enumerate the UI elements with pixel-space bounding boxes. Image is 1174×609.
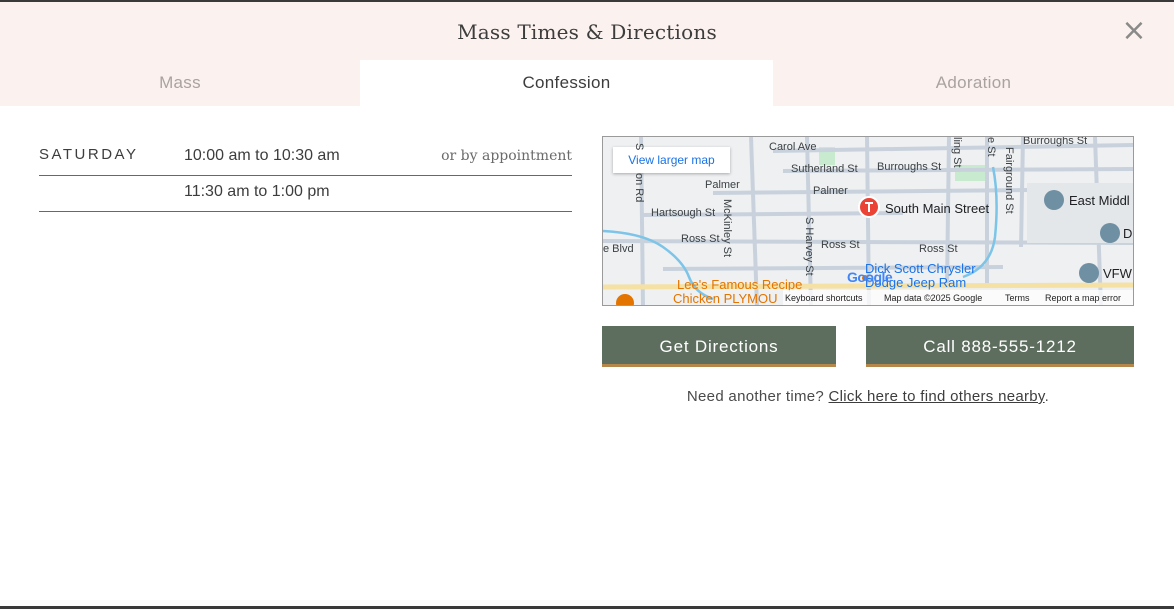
modal-header: Mass Times & Directions × Mass Confessio… — [0, 2, 1174, 106]
tab-bar: Mass Confession Adoration — [0, 60, 1174, 106]
map-place-label[interactable]: East Middl — [1069, 193, 1130, 208]
confession-schedule: SATURDAY 10:00 am to 10:30 am or by appo… — [39, 140, 572, 212]
map-street-label: Ross St — [821, 239, 860, 251]
schedule-day: SATURDAY — [39, 146, 139, 163]
view-larger-map-link[interactable]: View larger map — [613, 147, 730, 173]
map-street-label: e Blvd — [603, 243, 634, 255]
map-place-label[interactable]: VFW — [1103, 266, 1132, 281]
map-street-label: Carol Ave — [769, 141, 817, 153]
find-others-nearby-link[interactable]: Click here to find others nearby — [829, 388, 1045, 405]
map-place-label[interactable]: D — [1123, 226, 1132, 241]
map-street-label: Palmer — [705, 179, 740, 191]
map-street-label: Ross St — [919, 243, 958, 255]
map-place-label[interactable]: Chicken PLYMOU — [673, 291, 778, 305]
tab-adoration[interactable]: Adoration — [773, 60, 1174, 106]
get-directions-button[interactable]: Get Directions — [602, 326, 836, 367]
mass-times-modal: Mass Times & Directions × Mass Confessio… — [0, 2, 1174, 606]
terms-link[interactable]: Terms — [1005, 290, 1030, 305]
schedule-time: 10:00 am to 10:30 am — [184, 147, 340, 164]
schedule-row: SATURDAY 10:00 am to 10:30 am or by appo… — [39, 140, 572, 176]
map-street-label: ling St — [951, 137, 963, 168]
map-street-label: Palmer — [813, 185, 848, 197]
map-data-text: Map data ©2025 Google — [884, 293, 983, 303]
embedded-map[interactable]: View larger map Carol Ave Sutherland St … — [602, 136, 1134, 306]
map-street-label: Burroughs St — [877, 161, 942, 173]
map-street-label: on Rd — [633, 173, 645, 203]
nearby-prompt: Need another time? Click here to find ot… — [602, 388, 1134, 405]
nearby-prompt-text: Need another time? — [686, 388, 829, 405]
keyboard-shortcuts-link[interactable]: Keyboard shortcuts — [785, 290, 863, 305]
report-map-error-link[interactable]: Report a map error — [1045, 290, 1121, 305]
map-footer: Keyboard shortcuts Map data ©2025 Google… — [783, 290, 1133, 305]
map-street-label: S Harvey St — [803, 217, 815, 276]
map-street-label: S — [633, 143, 645, 151]
map-street-label: Hartsough St — [651, 207, 716, 219]
tab-mass[interactable]: Mass — [0, 60, 360, 106]
google-logo: Google — [847, 269, 893, 285]
schedule-row: 11:30 am to 1:00 pm — [39, 176, 572, 212]
schedule-time: 11:30 am to 1:00 pm — [184, 183, 330, 200]
schedule-note: or by appointment — [441, 148, 572, 164]
map-street-label: Burroughs St — [1023, 136, 1088, 147]
close-icon[interactable]: × — [1120, 16, 1148, 46]
map-street-label: McKinley St — [721, 199, 733, 258]
map-street-label: e St — [985, 137, 997, 157]
map-street-label: Ross St — [681, 233, 720, 245]
map-street-label: Sutherland St — [791, 163, 858, 175]
nearby-prompt-suffix: . — [1044, 388, 1050, 405]
map-street-label: Fairground St — [1003, 147, 1015, 214]
call-button[interactable]: Call 888-555-1212 — [866, 326, 1134, 367]
map-marker-label[interactable]: South Main Street — [885, 201, 989, 216]
tab-confession[interactable]: Confession — [360, 60, 773, 106]
modal-title: Mass Times & Directions — [457, 20, 717, 44]
